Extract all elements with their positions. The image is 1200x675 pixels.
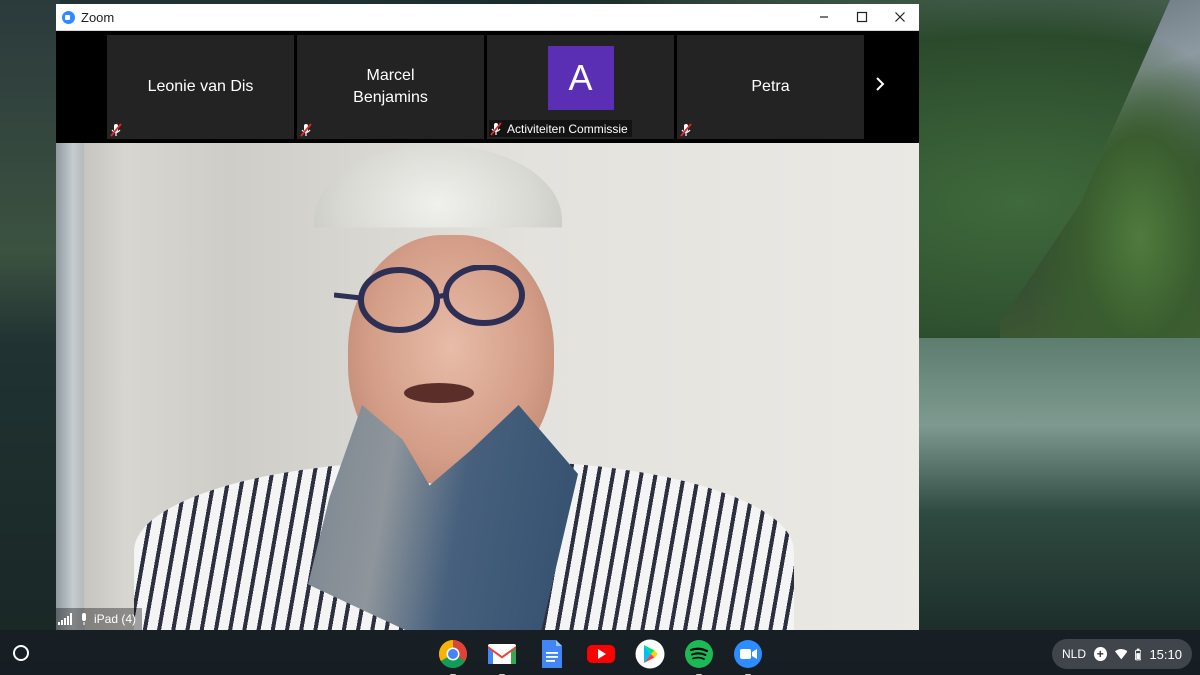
participant-tile[interactable]: Leonie van Dis	[107, 35, 294, 139]
muted-microphone-icon	[680, 123, 692, 137]
speaker-glasses	[334, 265, 525, 333]
input-language: NLD	[1062, 647, 1087, 661]
video-name-label: iPad (4)	[56, 608, 143, 630]
wifi-icon	[1114, 649, 1128, 660]
wallpaper-lake	[918, 338, 1200, 630]
muted-microphone-icon	[110, 123, 122, 137]
chrome-icon	[439, 640, 467, 668]
launcher-button[interactable]	[6, 638, 36, 668]
add-icon: +	[1094, 647, 1107, 661]
minimize-button[interactable]	[805, 4, 843, 31]
participant-tile[interactable]: A Activiteiten Commissie	[487, 35, 674, 139]
participant-tile[interactable]: Petra	[677, 35, 864, 139]
docs-app-icon[interactable]	[536, 638, 568, 670]
participant-name: Leonie van Dis	[147, 78, 254, 95]
close-icon	[895, 12, 905, 22]
chrome-app-icon[interactable]	[437, 638, 469, 675]
window-titlebar[interactable]: Zoom	[56, 4, 919, 31]
participant-tile[interactable]: Marcel Benjamins	[297, 35, 484, 139]
participant-caption: Activiteiten Commissie	[489, 120, 632, 137]
chromeos-shelf: NLD + 15:10	[0, 630, 1200, 675]
play-store-icon	[635, 639, 665, 669]
window-title: Zoom	[81, 9, 115, 25]
spotify-app-icon[interactable]	[683, 638, 715, 675]
video-background-door	[56, 143, 84, 630]
maximize-icon	[856, 11, 868, 23]
play-store-app-icon[interactable]	[634, 638, 666, 670]
battery-icon	[1135, 648, 1142, 660]
filmstrip-padding	[56, 31, 107, 143]
filmstrip-next-button[interactable]	[867, 69, 893, 99]
muted-microphone-icon	[490, 121, 502, 136]
status-tray[interactable]: NLD + 15:10	[1052, 639, 1192, 669]
maximize-button[interactable]	[843, 4, 881, 31]
gmail-icon	[488, 644, 516, 664]
minimize-icon	[820, 16, 828, 18]
video-participant-name: iPad (4)	[94, 612, 137, 626]
zoom-window: Zoom Leonie van Dis Marcel Benjamins A A…	[56, 4, 919, 630]
spotify-icon	[685, 640, 713, 668]
active-speaker-video[interactable]: iPad (4)	[56, 143, 919, 630]
participant-name: Marcel Benjamins	[353, 67, 428, 106]
chevron-right-icon	[876, 77, 885, 91]
youtube-app-icon[interactable]	[585, 638, 617, 670]
clock: 15:10	[1149, 646, 1182, 662]
muted-microphone-icon	[300, 123, 312, 137]
participant-filmstrip: Leonie van Dis Marcel Benjamins A Activi…	[56, 31, 919, 143]
signal-icon	[58, 613, 72, 625]
close-button[interactable]	[881, 4, 919, 31]
participant-name: Activiteiten Commissie	[507, 121, 628, 136]
youtube-icon	[587, 645, 615, 663]
zoom-app-icon[interactable]	[732, 638, 764, 675]
speaker-mouth	[404, 383, 474, 403]
zoom-icon	[734, 640, 762, 668]
wallpaper-left-cliff	[0, 0, 60, 630]
participant-avatar: A	[547, 46, 614, 110]
docs-icon	[542, 640, 562, 668]
gmail-app-icon[interactable]	[486, 638, 518, 675]
microphone-icon	[82, 613, 86, 625]
zoom-logo-icon	[62, 10, 75, 24]
participant-name: Petra	[751, 78, 790, 95]
